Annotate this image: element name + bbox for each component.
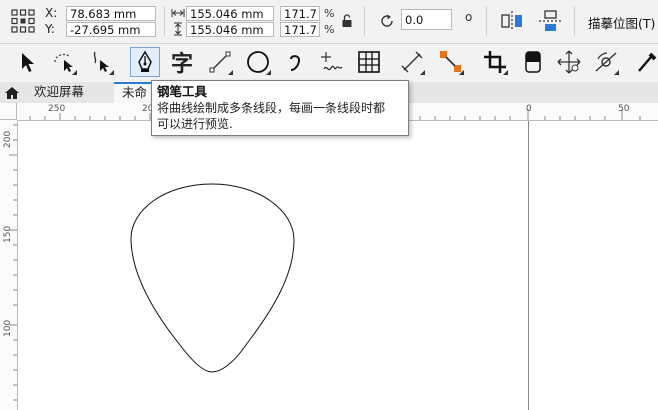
- guitar-pick-shape[interactable]: [0, 0, 658, 410]
- tooltip-title: 钢笔工具: [157, 84, 208, 99]
- tooltip-description-line1: 将曲线绘制成多条线段，每画一条线段时都: [157, 101, 386, 115]
- pen-tool-tooltip: 钢笔工具 将曲线绘制成多条线段，每画一条线段时都 可以进行预览.: [151, 80, 409, 136]
- tooltip-description-line2: 可以进行预览.: [157, 117, 233, 131]
